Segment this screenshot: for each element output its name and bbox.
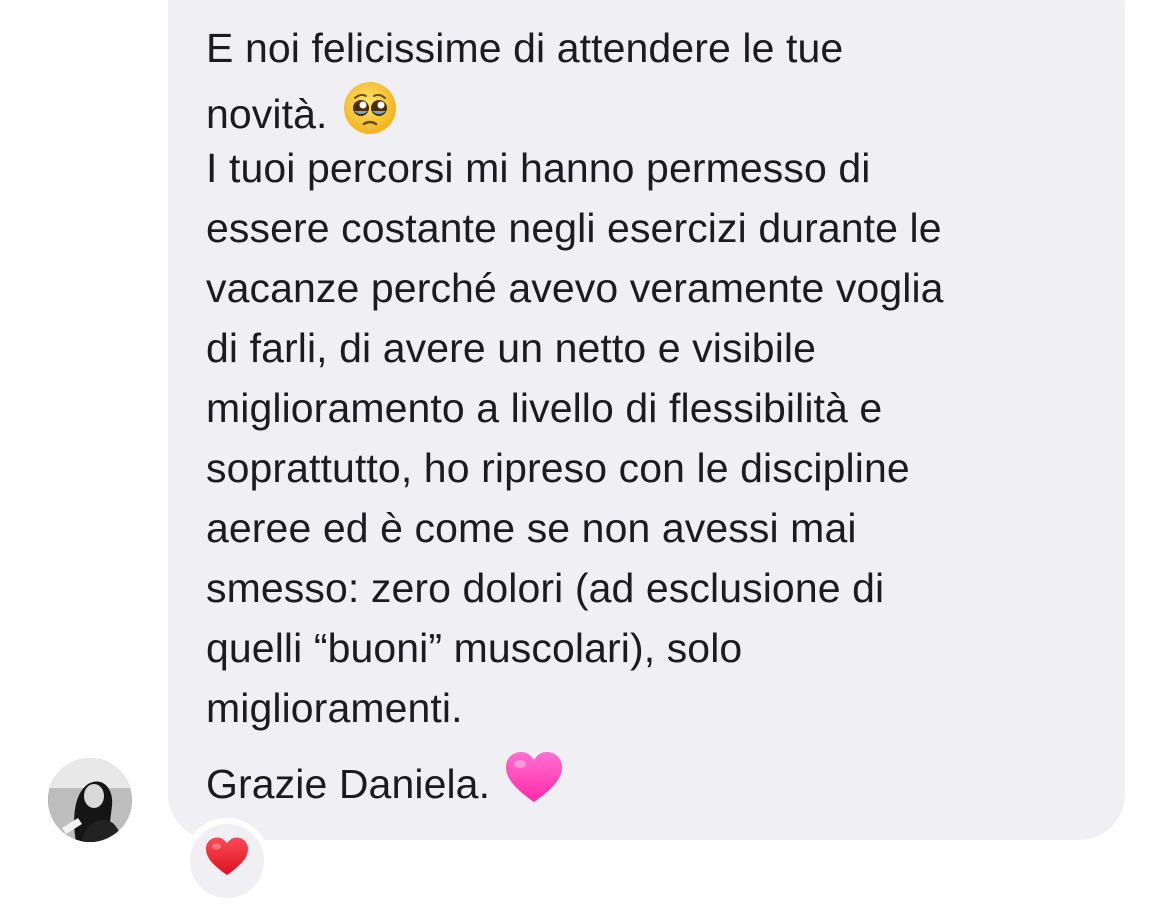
message-line: miglioramento a livello di flessibilità … <box>206 385 883 431</box>
message-line: vacanze perché avevo veramente voglia <box>206 265 944 311</box>
message-line-text: novità. <box>206 90 328 137</box>
message-line-text: Grazie Daniela. <box>206 760 491 807</box>
avatar-photo <box>48 758 132 842</box>
message-line: E noi felicissime di attendere le tue <box>206 25 844 71</box>
message-line: essere costante negli esercizi durante l… <box>206 205 942 251</box>
reaction-badge[interactable] <box>184 818 270 904</box>
avatar[interactable] <box>48 758 132 842</box>
pleading-face-icon <box>342 80 398 146</box>
message-line: aeree ed è come se non avessi mai <box>206 505 857 551</box>
message-line: quelli “buoni” muscolari), solo <box>206 625 743 671</box>
message-line: miglioramenti. <box>206 685 463 731</box>
message-line: soprattutto, ho ripreso con le disciplin… <box>206 445 910 491</box>
message-line: di farli, di avere un netto e visibile <box>206 325 817 371</box>
message-line-with-emoji: novità. <box>206 82 398 150</box>
red-heart-icon <box>204 836 250 883</box>
message-line: I tuoi percorsi mi hanno permesso di <box>206 145 871 191</box>
message-line: smesso: zero dolori (ad esclusione di <box>206 565 885 611</box>
message-line-with-emoji: Grazie Daniela. <box>206 752 564 820</box>
pink-heart-icon <box>504 750 564 816</box>
